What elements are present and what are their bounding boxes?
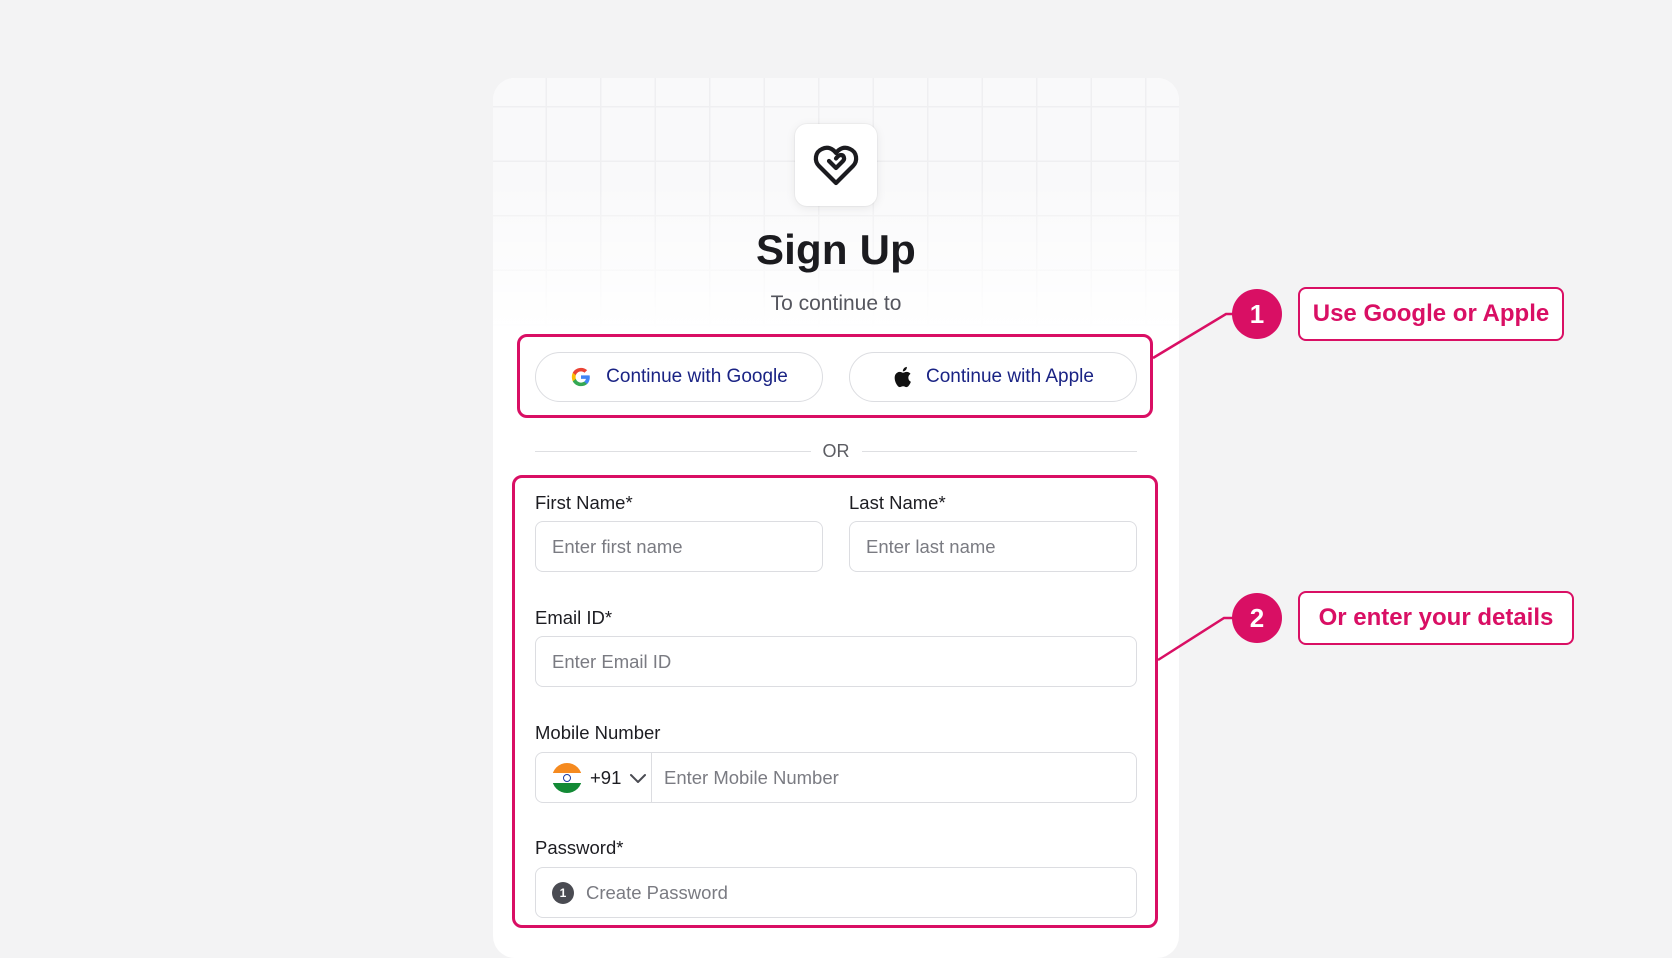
annotation-badge-2: 2 xyxy=(1232,593,1282,643)
annotation-callout-2: Or enter your details xyxy=(1298,591,1574,645)
annotation-connectors xyxy=(1152,312,1256,662)
annotation-callout-1: Use Google or Apple xyxy=(1298,287,1564,341)
annotation-badge-1: 1 xyxy=(1232,289,1282,339)
